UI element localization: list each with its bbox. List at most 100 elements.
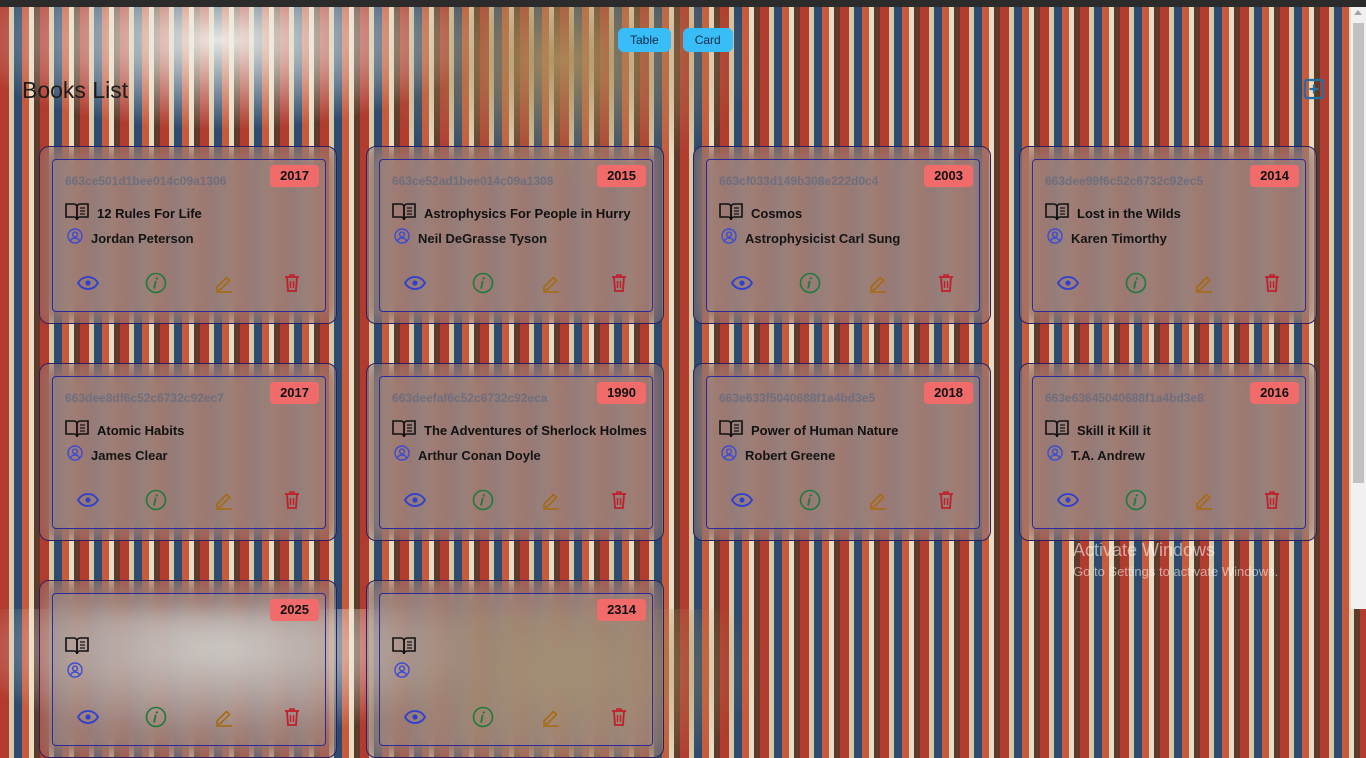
open-book-icon — [719, 418, 743, 443]
edit-book-button[interactable] — [540, 491, 562, 513]
book-title-row: Lost in the Wilds — [1045, 201, 1181, 226]
delete-book-button[interactable] — [608, 490, 630, 515]
delete-book-button[interactable] — [1261, 490, 1283, 513]
card-actions — [76, 489, 303, 516]
book-id: 663e63645040688f1a4bd3e8 — [1045, 391, 1204, 405]
book-author: Arthur Conan Doyle — [418, 448, 541, 463]
book-card: 2017 663ce501d1bee014c09a1306 12 Rules For… — [39, 146, 337, 324]
view-book-button[interactable] — [730, 274, 754, 296]
edit-book-button[interactable] — [213, 708, 235, 730]
book-card: 1990 663deefaf6c52c6732c92eca The Adventur… — [366, 363, 664, 541]
user-circle-icon — [394, 662, 410, 683]
book-card-body: 2014 663dee99f6c52c6732c92ec5 Lost in the … — [1032, 159, 1306, 312]
edit-book-button[interactable] — [540, 274, 562, 296]
edit-book-button[interactable] — [540, 708, 562, 730]
pencil-icon — [541, 707, 561, 732]
user-circle-icon — [1047, 445, 1063, 466]
view-book-button[interactable] — [1056, 491, 1080, 513]
info-icon — [799, 489, 821, 516]
edit-book-button[interactable] — [1193, 491, 1215, 513]
edit-book-button[interactable] — [1193, 274, 1215, 296]
book-title: 12 Rules For Life — [97, 206, 202, 221]
view-book-button[interactable] — [76, 491, 100, 513]
scrollbar-thumb[interactable] — [1353, 23, 1364, 483]
card-actions — [76, 706, 303, 733]
view-book-button[interactable] — [76, 708, 100, 730]
book-author-row: T.A. Andrew — [1047, 445, 1145, 466]
book-title-row: Astrophysics For People in Hurry — [392, 201, 631, 226]
book-author: Robert Greene — [745, 448, 836, 463]
edit-book-button[interactable] — [867, 274, 889, 296]
info-icon — [145, 706, 167, 733]
eye-icon — [403, 709, 427, 729]
book-info-button[interactable] — [145, 706, 167, 733]
trash-icon — [284, 707, 300, 732]
book-id: 663dee8df6c52c6732c92ec7 — [65, 391, 224, 405]
eye-icon — [730, 275, 754, 295]
book-card-body: 2025 — [52, 593, 326, 746]
book-id: 663ce501d1bee014c09a1306 — [65, 174, 227, 188]
trash-icon — [611, 490, 627, 515]
view-book-button[interactable] — [403, 274, 427, 296]
pencil-icon — [541, 273, 561, 298]
card-actions — [403, 706, 630, 730]
delete-book-button[interactable] — [1261, 273, 1283, 296]
view-book-button[interactable] — [730, 491, 754, 513]
table-view-button[interactable]: Table — [618, 28, 671, 52]
book-title: Astrophysics For People in Hurry — [424, 206, 631, 221]
delete-book-button[interactable] — [935, 273, 957, 296]
page-scrollbar[interactable] — [1351, 7, 1366, 609]
book-info-button[interactable] — [799, 272, 821, 299]
book-author-row: Karen Timorthy — [1047, 228, 1167, 249]
book-info-button[interactable] — [472, 272, 494, 296]
eye-icon — [403, 492, 427, 512]
info-icon — [799, 272, 821, 299]
book-info-button[interactable] — [472, 489, 494, 513]
book-info-button[interactable] — [145, 272, 167, 299]
edit-book-button[interactable] — [213, 491, 235, 513]
add-book-button[interactable] — [1303, 78, 1325, 100]
book-title-row — [392, 635, 424, 660]
book-info-button[interactable] — [1125, 489, 1147, 513]
card-actions — [730, 272, 957, 299]
view-book-button[interactable] — [76, 274, 100, 296]
edit-book-button[interactable] — [213, 274, 235, 296]
edit-book-button[interactable] — [867, 491, 889, 513]
pencil-icon — [541, 490, 561, 515]
book-info-button[interactable] — [799, 489, 821, 516]
user-circle-icon — [721, 228, 737, 249]
info-icon — [145, 489, 167, 516]
page-title: Books List — [22, 77, 129, 103]
view-book-button[interactable] — [403, 708, 427, 730]
view-book-button[interactable] — [1056, 274, 1080, 296]
delete-book-button[interactable] — [608, 707, 630, 730]
pencil-icon — [214, 490, 234, 515]
scroll-up-arrow-icon[interactable] — [1354, 10, 1362, 15]
book-card: 2314 — [366, 580, 664, 758]
book-title: Power of Human Nature — [751, 423, 899, 438]
card-view-button[interactable]: Card — [682, 28, 733, 52]
info-icon — [145, 272, 167, 299]
book-info-button[interactable] — [1125, 272, 1147, 296]
book-card-body: 2017 663dee8df6c52c6732c92ec7 Atomic Habit… — [52, 376, 326, 529]
book-title: Skill it Kill it — [1077, 423, 1151, 438]
year-badge: 2025 — [270, 599, 319, 621]
open-book-icon — [1045, 201, 1069, 226]
delete-book-button[interactable] — [281, 707, 303, 732]
user-circle-icon — [1047, 228, 1063, 249]
delete-book-button[interactable] — [935, 490, 957, 513]
view-book-button[interactable] — [403, 491, 427, 513]
book-info-button[interactable] — [472, 706, 494, 730]
delete-book-button[interactable] — [281, 273, 303, 296]
book-title-row: Atomic Habits — [65, 418, 184, 443]
book-card-body: 1990 663deefaf6c52c6732c92eca The Adventur… — [379, 376, 653, 529]
book-card-body: 2016 663e63645040688f1a4bd3e8 Skill it Kil… — [1032, 376, 1306, 529]
delete-book-button[interactable] — [281, 490, 303, 513]
delete-book-button[interactable] — [608, 273, 630, 296]
year-badge: 2014 — [1250, 165, 1299, 187]
book-id: 663ce52ad1bee014c09a1308 — [392, 174, 554, 188]
book-info-button[interactable] — [145, 489, 167, 516]
book-author-row: Jordan Peterson — [67, 228, 194, 249]
card-actions — [403, 272, 630, 296]
book-card: 2003 663cf033d149b308e222d0c4 Cosmos Astrop… — [693, 146, 991, 324]
